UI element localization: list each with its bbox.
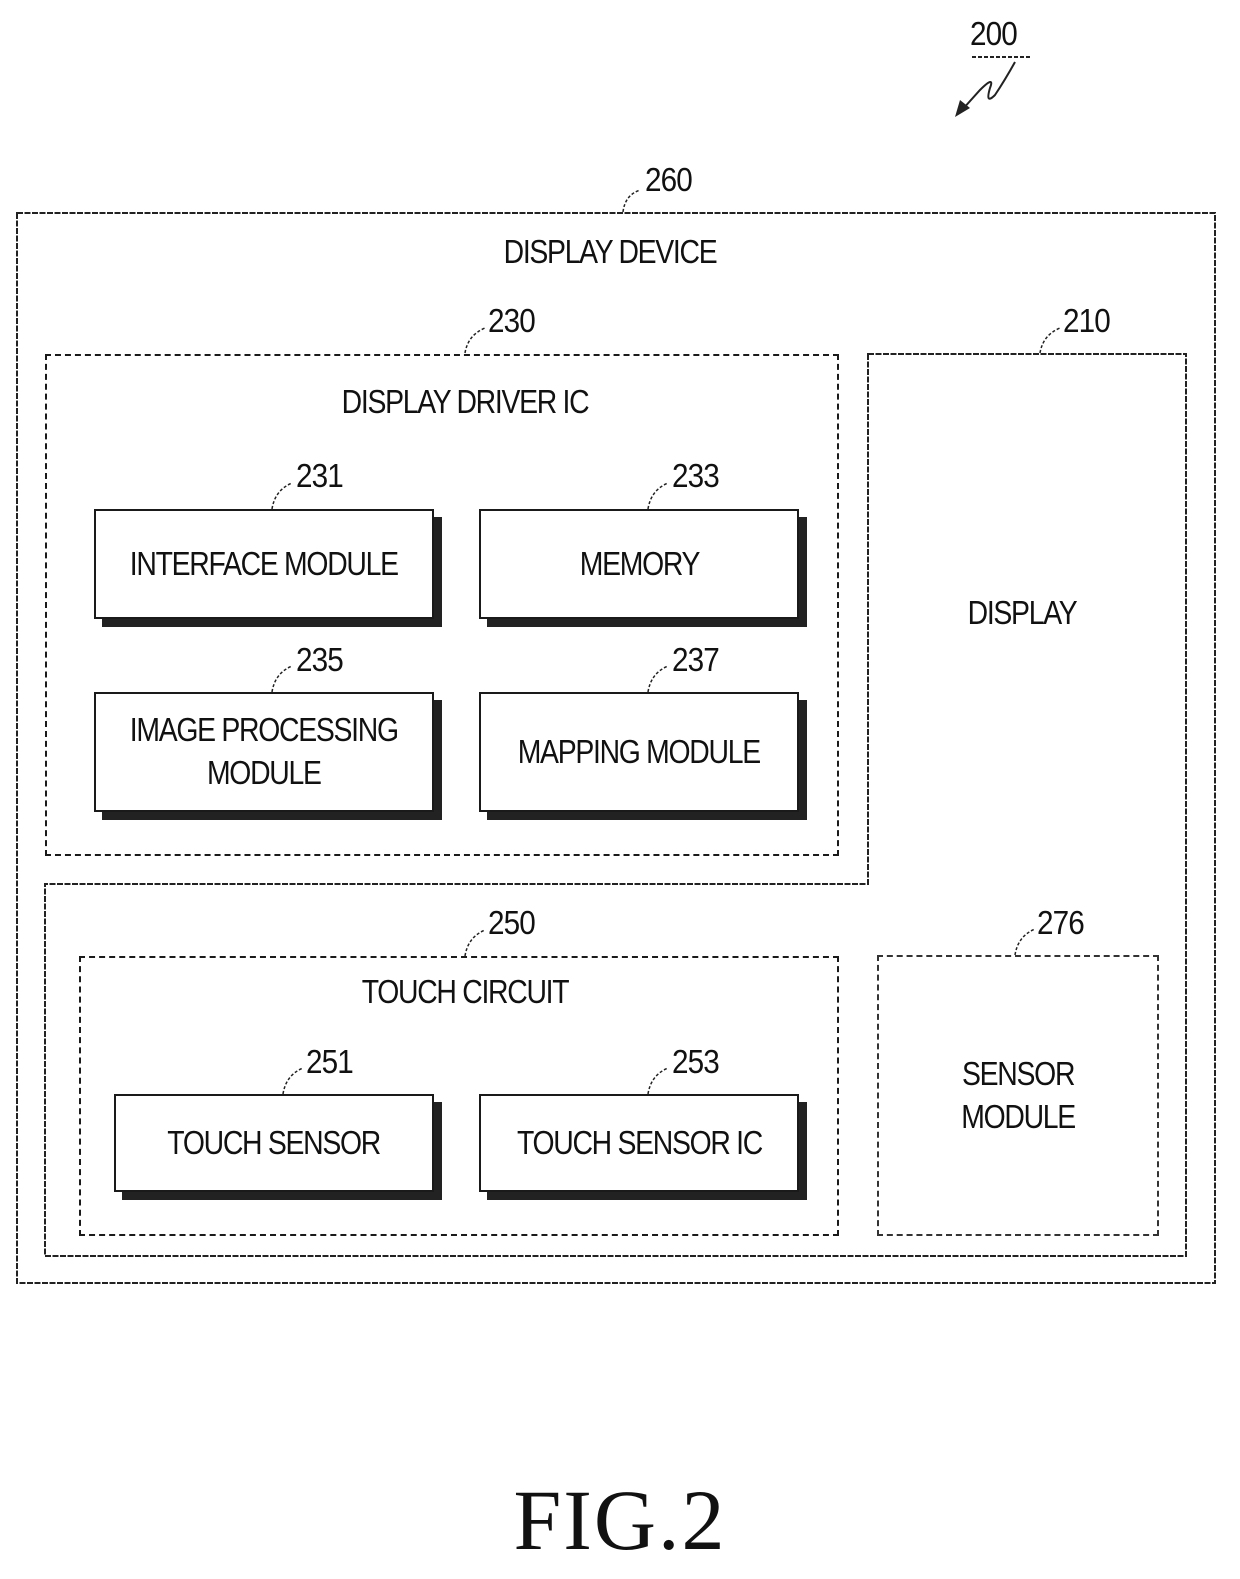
display-driver-ic-title: DISPLAY DRIVER IC xyxy=(341,383,590,420)
memory-ref: 233 xyxy=(672,457,720,494)
leader-210 xyxy=(1039,327,1061,354)
display-device-ref: 260 xyxy=(645,161,693,198)
ref-200-arrow xyxy=(961,61,1016,111)
touch-sensor-ref: 251 xyxy=(306,1043,354,1080)
leader-260 xyxy=(622,189,641,213)
touch-circuit-title: TOUCH CIRCUIT xyxy=(361,973,570,1010)
interface-module-label: INTERFACE MODULE xyxy=(130,544,399,582)
leader-276 xyxy=(1014,928,1036,956)
mapping-module-box: MAPPING MODULE xyxy=(479,692,799,812)
sensor-module-ref: 276 xyxy=(1037,904,1085,941)
mapping-module-ref: 237 xyxy=(672,641,720,678)
leader-250 xyxy=(464,929,486,957)
ref-200-arrowhead xyxy=(955,100,970,117)
interface-module-ref: 231 xyxy=(296,457,344,494)
mapping-module-label: MAPPING MODULE xyxy=(517,732,761,770)
figure-caption: FIG.2 xyxy=(513,1472,727,1568)
touch-sensor-ic-label: TOUCH SENSOR IC xyxy=(516,1123,762,1161)
touch-sensor-label: TOUCH SENSOR xyxy=(167,1123,382,1161)
image-processing-module-label: IMAGE PROCESSING MODULE xyxy=(130,711,399,791)
sensor-module-label: SENSOR MODULE xyxy=(961,1054,1076,1135)
interface-module-box: INTERFACE MODULE xyxy=(94,509,434,619)
display-device-title: DISPLAY DEVICE xyxy=(503,233,718,270)
touch-sensor-ic-box: TOUCH SENSOR IC xyxy=(479,1094,799,1192)
touch-sensor-box: TOUCH SENSOR xyxy=(114,1094,434,1192)
display-title: DISPLAY xyxy=(967,594,1078,631)
sensor-module-box: SENSOR MODULE xyxy=(877,955,1159,1236)
touch-sensor-ic-ref: 253 xyxy=(672,1043,720,1080)
figure-ref-number: 200 xyxy=(970,15,1018,52)
touch-circuit-ref: 250 xyxy=(488,904,536,941)
image-processing-module-box: IMAGE PROCESSING MODULE xyxy=(94,692,434,812)
memory-label: MEMORY xyxy=(579,544,700,582)
memory-box: MEMORY xyxy=(479,509,799,619)
display-ref: 210 xyxy=(1063,302,1111,339)
image-processing-module-ref: 235 xyxy=(296,641,344,678)
display-driver-ic-ref: 230 xyxy=(488,302,536,339)
leader-230 xyxy=(464,327,486,354)
